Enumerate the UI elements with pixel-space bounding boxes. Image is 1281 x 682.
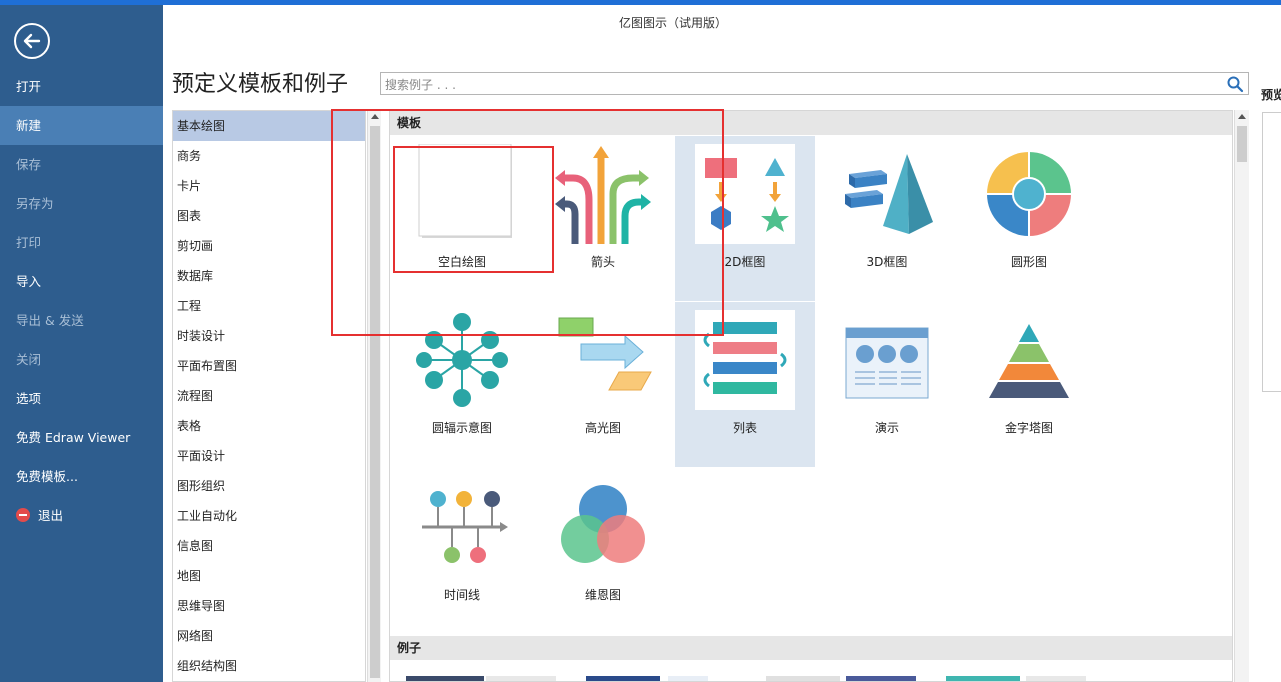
sidebar-item-new[interactable]: 新建 [0, 106, 163, 145]
search-input[interactable]: 搜索例子 . . . [380, 72, 1249, 95]
category-item[interactable]: 流程图 [173, 381, 365, 411]
preview-label: 预览 [1261, 88, 1281, 102]
search-icon[interactable] [1226, 75, 1244, 93]
pyramid-icon [989, 324, 1069, 398]
timeline-icon [422, 491, 508, 563]
title-bar-accent [0, 0, 1281, 5]
preview-panel [1262, 112, 1281, 392]
scrollbar-thumb[interactable] [1237, 126, 1247, 162]
back-arrow-icon [23, 33, 41, 49]
example-thumbnail[interactable] [406, 676, 484, 681]
venn-icon [561, 485, 645, 563]
sidebar-item-free-templates[interactable]: 免费模板... [0, 457, 163, 496]
example-thumbnail[interactable] [946, 676, 1020, 681]
template-label: 演示 [874, 421, 899, 435]
circular-chart-icon [987, 152, 1071, 236]
category-item[interactable]: 思维导图 [173, 591, 365, 621]
sidebar-item-close[interactable]: 关闭 [0, 340, 163, 379]
template-label: 3D框图 [866, 255, 908, 269]
sidebar-item-print[interactable]: 打印 [0, 223, 163, 262]
template-label: 圆形图 [1010, 255, 1047, 269]
sidebar-item-import[interactable]: 导入 [0, 262, 163, 301]
sidebar-menu: 打开 新建 保存 另存为 打印 导入 导出 & 发送 关闭 选项 免费 Edra… [0, 67, 163, 535]
search-placeholder: 搜索例子 . . . [385, 78, 456, 92]
category-item[interactable]: 表格 [173, 411, 365, 441]
template-label: 维恩图 [584, 588, 621, 602]
gallery-scrollbar[interactable] [1234, 110, 1249, 682]
example-thumbnail[interactable] [846, 676, 916, 681]
category-item[interactable]: 平面设计 [173, 441, 365, 471]
sidebar-item-save[interactable]: 保存 [0, 145, 163, 184]
example-thumbnail[interactable] [1026, 676, 1086, 681]
template-tile[interactable]: 金字塔图 [959, 302, 1099, 467]
template-label: 金字塔图 [1004, 421, 1053, 435]
category-item[interactable]: 网络图 [173, 621, 365, 651]
sidebar-item-open[interactable]: 打开 [0, 67, 163, 106]
template-tile[interactable]: 圆形图 [959, 136, 1099, 301]
sidebar-item-export-send[interactable]: 导出 & 发送 [0, 301, 163, 340]
category-item[interactable]: 图形组织 [173, 471, 365, 501]
annotation-box [393, 146, 554, 273]
sidebar-item-exit[interactable]: 退出 [0, 496, 163, 535]
template-label: 高光图 [584, 421, 621, 435]
sidebar-item-options[interactable]: 选项 [0, 379, 163, 418]
3d-block-icon [845, 154, 933, 234]
template-tile[interactable]: 演示 [817, 302, 957, 467]
template-tile[interactable]: 维恩图 [533, 469, 673, 634]
category-item[interactable]: 平面布置图 [173, 351, 365, 381]
template-label: 时间线 [443, 588, 480, 602]
template-tile[interactable]: 时间线 [392, 469, 532, 634]
template-label: 圆辐示意图 [431, 421, 492, 435]
category-item[interactable]: 地图 [173, 561, 365, 591]
back-button[interactable] [14, 23, 50, 59]
template-label: 列表 [732, 421, 757, 435]
exit-icon [16, 508, 30, 522]
presentation-icon [845, 327, 929, 399]
scroll-up-icon[interactable] [1238, 114, 1246, 119]
category-item[interactable]: 信息图 [173, 531, 365, 561]
category-item[interactable]: 组织结构图 [173, 651, 365, 681]
template-tile[interactable]: 3D框图 [817, 136, 957, 301]
sidebar: 打开 新建 保存 另存为 打印 导入 导出 & 发送 关闭 选项 免费 Edra… [0, 5, 163, 682]
example-thumbnail[interactable] [668, 676, 708, 681]
sidebar-item-edraw-viewer[interactable]: 免费 Edraw Viewer [0, 418, 163, 457]
example-thumbnail[interactable] [586, 676, 660, 681]
exit-label: 退出 [38, 508, 64, 523]
category-item[interactable]: 工业自动化 [173, 501, 365, 531]
window-title: 亿图图示（试用版） [618, 16, 727, 30]
section-header-examples: 例子 [390, 636, 1232, 660]
example-thumbnail[interactable] [486, 676, 556, 681]
example-thumbnail[interactable] [766, 676, 840, 681]
sidebar-item-save-as[interactable]: 另存为 [0, 184, 163, 223]
page-title: 预定义模板和例子 [172, 72, 349, 97]
